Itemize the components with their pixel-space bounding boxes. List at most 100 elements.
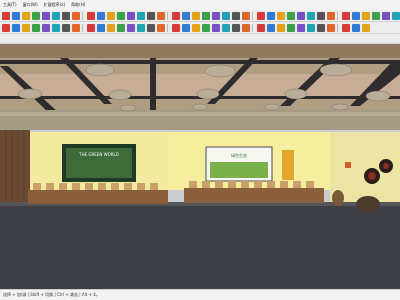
look-around-icon[interactable] <box>287 11 295 20</box>
render-icon[interactable] <box>317 23 325 32</box>
trim-icon[interactable] <box>147 23 155 32</box>
protractor-icon[interactable] <box>172 11 180 20</box>
iso-view-icon[interactable] <box>2 23 10 32</box>
previous-view-icon[interactable] <box>267 11 275 20</box>
material-icon[interactable] <box>372 11 380 20</box>
shaded-icon[interactable] <box>97 23 105 32</box>
sun-icon[interactable] <box>352 23 360 32</box>
toolbar-separator <box>82 23 83 32</box>
paint-icon[interactable] <box>22 11 30 20</box>
intersect-icon[interactable] <box>157 23 165 32</box>
3d-text-icon[interactable] <box>202 11 210 20</box>
toolbar-separator <box>252 23 253 32</box>
wireframe-icon[interactable] <box>72 23 80 32</box>
union-icon[interactable] <box>127 23 135 32</box>
warehouse-icon[interactable] <box>382 11 390 20</box>
toolbar-separator <box>337 23 338 32</box>
line-icon[interactable] <box>32 11 40 20</box>
right-view-icon[interactable] <box>32 23 40 32</box>
camera-icon[interactable] <box>327 23 335 32</box>
view-toolbar <box>0 22 400 34</box>
zoom-icon[interactable] <box>232 11 240 20</box>
textured-icon[interactable] <box>107 23 115 32</box>
poster <box>282 150 294 180</box>
dimension-icon[interactable] <box>157 11 165 20</box>
arc-icon[interactable] <box>42 11 50 20</box>
menu-tools[interactable]: 工具(T) <box>0 2 20 8</box>
eraser-icon[interactable] <box>12 11 20 20</box>
rectangle-icon[interactable] <box>52 11 60 20</box>
right-screen-text: 绿色生态 <box>231 152 247 158</box>
ceiling-top-band <box>0 44 400 58</box>
wood-wall-panel <box>0 130 30 212</box>
pause-icon[interactable] <box>287 23 295 32</box>
menu-extensions[interactable]: 扩展程序(x) <box>41 2 69 8</box>
front-view-icon[interactable] <box>22 23 30 32</box>
toolbar-separator <box>167 11 168 20</box>
scale-icon[interactable] <box>117 11 125 20</box>
rotate-icon[interactable] <box>107 11 115 20</box>
circle-icon[interactable] <box>62 11 70 20</box>
flip-edge-icon[interactable] <box>257 23 265 32</box>
scene-render: THE GREEN WORLD 绿色生态 <box>0 44 400 289</box>
main-toolbar <box>0 10 400 22</box>
left-screen-text: THE GREEN WORLD <box>78 152 119 157</box>
component-icon[interactable] <box>362 11 370 20</box>
status-text: 选择 + 加/减 | Shift + 切换 | Ctrl + 减去 | Alt … <box>3 292 100 297</box>
subtract-icon[interactable] <box>137 23 145 32</box>
shadow-icon[interactable] <box>317 11 325 20</box>
sandbox-icon[interactable] <box>202 23 210 32</box>
status-bar: 选择 + 加/减 | Shift + 切换 | Ctrl + 减去 | Alt … <box>0 289 400 300</box>
walk-icon[interactable] <box>277 11 285 20</box>
follow-me-icon[interactable] <box>127 11 135 20</box>
back-view-icon[interactable] <box>42 23 50 32</box>
menu-window[interactable]: 窗口(W) <box>20 2 41 8</box>
zoom-window-icon[interactable] <box>242 11 250 20</box>
offset-icon[interactable] <box>137 11 145 20</box>
stop-icon[interactable] <box>297 23 305 32</box>
tape-measure-icon[interactable] <box>147 11 155 20</box>
axes-icon[interactable] <box>192 11 200 20</box>
fog-icon[interactable] <box>327 11 335 20</box>
toolbar-separator <box>167 23 168 32</box>
layer-icon[interactable] <box>352 11 360 20</box>
select-tool-icon[interactable] <box>2 11 10 20</box>
style-icon[interactable] <box>342 11 350 20</box>
add-detail-icon[interactable] <box>242 23 250 32</box>
position-camera-icon[interactable] <box>297 11 305 20</box>
export-icon[interactable] <box>362 23 370 32</box>
monochrome-icon[interactable] <box>117 23 125 32</box>
menu-help[interactable]: 帮助(H) <box>68 2 88 8</box>
section-plane-icon[interactable] <box>307 11 315 20</box>
zoom-extents-icon[interactable] <box>257 11 265 20</box>
text-icon[interactable] <box>182 11 190 20</box>
solid-inspector-icon[interactable] <box>192 23 200 32</box>
toolbar-separator <box>82 11 83 20</box>
record-icon[interactable] <box>307 23 315 32</box>
stamp-icon[interactable] <box>222 23 230 32</box>
outer-shell-icon[interactable] <box>182 23 190 32</box>
hidden-line-icon[interactable] <box>87 23 95 32</box>
smoove-icon[interactable] <box>212 23 220 32</box>
left-view-icon[interactable] <box>52 23 60 32</box>
top-view-icon[interactable] <box>12 23 20 32</box>
split-icon[interactable] <box>172 23 180 32</box>
model-viewport[interactable]: THE GREEN WORLD 绿色生态 <box>0 44 400 289</box>
right-screen-field <box>210 162 268 178</box>
menu-bar: 工具(T) 窗口(W) 扩展程序(x) 帮助(H) <box>0 0 400 10</box>
orbit-icon[interactable] <box>212 11 220 20</box>
photo-match-icon[interactable] <box>267 23 275 32</box>
play-icon[interactable] <box>277 23 285 32</box>
toolbar-separator <box>252 11 253 20</box>
drape-icon[interactable] <box>232 23 240 32</box>
polygon-icon[interactable] <box>72 11 80 20</box>
push-pull-icon[interactable] <box>87 11 95 20</box>
light-icon[interactable] <box>342 23 350 32</box>
toolbar-separator <box>337 11 338 20</box>
xray-icon[interactable] <box>62 23 70 32</box>
extension-icon[interactable] <box>392 11 400 20</box>
move-icon[interactable] <box>97 11 105 20</box>
floor <box>0 204 400 289</box>
pan-icon[interactable] <box>222 11 230 20</box>
ruler-strip <box>0 34 400 44</box>
